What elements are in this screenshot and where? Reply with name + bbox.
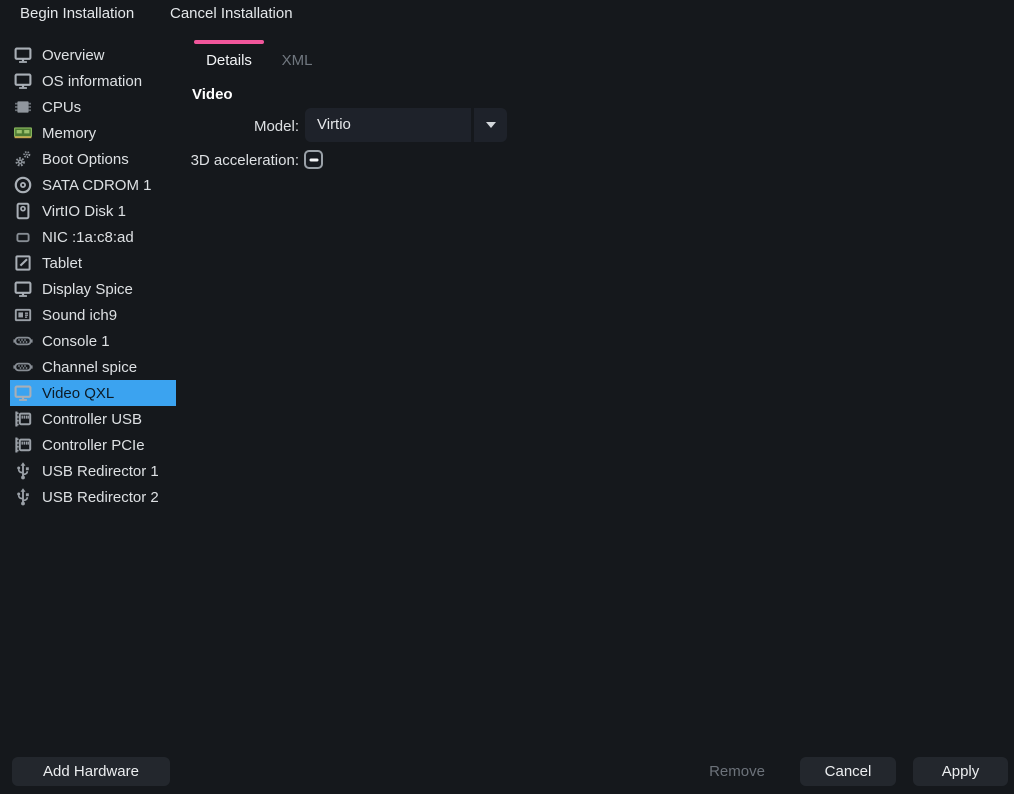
controller-icon: [12, 435, 34, 455]
tab-bar: Details XML: [194, 40, 330, 69]
memory-icon: [12, 123, 34, 143]
monitor-icon: [12, 71, 34, 91]
tab-xml[interactable]: XML: [264, 40, 330, 69]
nic-icon: [12, 227, 34, 247]
serial-icon: [12, 331, 34, 351]
tab-details[interactable]: Details: [194, 40, 264, 69]
sidebar-item-label: Sound ich9: [42, 307, 117, 324]
accel-field-label: 3D acceleration:: [150, 152, 299, 169]
disk-icon: [12, 201, 34, 221]
sidebar-item-overview[interactable]: Overview: [10, 42, 176, 68]
remove-button: Remove: [692, 757, 782, 786]
sidebar-item-label: OS information: [42, 73, 142, 90]
sidebar-item-sata-cdrom-1[interactable]: SATA CDROM 1: [10, 172, 176, 198]
video-model-dropdown-button[interactable]: [474, 108, 507, 142]
sidebar-item-label: Channel spice: [42, 359, 137, 376]
video-model-value[interactable]: Virtio: [305, 108, 471, 142]
mixed-state-dash-icon: [309, 158, 318, 161]
model-field-label: Model:: [150, 118, 299, 135]
video-model-combobox: Virtio: [305, 108, 507, 142]
sidebar-item-label: Display Spice: [42, 281, 133, 298]
sidebar-item-label: Video QXL: [42, 385, 114, 402]
sidebar-item-label: Controller PCIe: [42, 437, 145, 454]
add-hardware-button[interactable]: Add Hardware: [12, 757, 170, 786]
cpu-icon: [12, 97, 34, 117]
gears-icon: [12, 149, 34, 169]
cancel-button[interactable]: Cancel: [800, 757, 896, 786]
sidebar-item-label: Overview: [42, 47, 105, 64]
sidebar-item-controller-usb[interactable]: Controller USB: [10, 406, 176, 432]
sidebar-item-label: CPUs: [42, 99, 81, 116]
monitor-icon: [12, 45, 34, 65]
serial-icon: [12, 357, 34, 377]
tab-label: Details: [206, 52, 252, 69]
begin-installation-button[interactable]: Begin Installation: [8, 0, 146, 27]
controller-icon: [12, 409, 34, 429]
active-tab-indicator: [194, 40, 264, 44]
usb-icon: [12, 487, 34, 507]
sidebar-item-label: Tablet: [42, 255, 82, 272]
sidebar-item-controller-pcie[interactable]: Controller PCIe: [10, 432, 176, 458]
sidebar-item-label: Boot Options: [42, 151, 129, 168]
sidebar-item-console-1[interactable]: Console 1: [10, 328, 176, 354]
monitor-icon: [12, 279, 34, 299]
sidebar-item-os-information[interactable]: OS information: [10, 68, 176, 94]
sidebar-item-channel-spice[interactable]: Channel spice: [10, 354, 176, 380]
sidebar-item-virtio-disk-1[interactable]: VirtIO Disk 1: [10, 198, 176, 224]
accel-checkbox[interactable]: [304, 150, 323, 169]
sidebar-item-label: Controller USB: [42, 411, 142, 428]
monitor-icon: [12, 383, 34, 403]
virt-manager-window: Begin Installation Cancel Installation O…: [0, 0, 1014, 794]
hardware-list: Overview OS information CPUs Memory Boot Opt…: [0, 42, 184, 510]
cancel-installation-button[interactable]: Cancel Installation: [158, 0, 305, 27]
sidebar-item-nic-1a-c8-ad[interactable]: NIC :1a:c8:ad: [10, 224, 176, 250]
usb-icon: [12, 461, 34, 481]
sidebar-item-label: Memory: [42, 125, 96, 142]
chevron-down-icon: [486, 122, 496, 128]
sidebar-item-tablet[interactable]: Tablet: [10, 250, 176, 276]
apply-button[interactable]: Apply: [913, 757, 1008, 786]
sidebar-item-label: Console 1: [42, 333, 110, 350]
sidebar-item-usb-redirector-1[interactable]: USB Redirector 1: [10, 458, 176, 484]
sidebar-item-sound-ich9[interactable]: Sound ich9: [10, 302, 176, 328]
soundcard-icon: [12, 305, 34, 325]
sidebar-item-video-qxl[interactable]: Video QXL: [10, 380, 176, 406]
sidebar-item-label: VirtIO Disk 1: [42, 203, 126, 220]
sidebar-item-cpus[interactable]: CPUs: [10, 94, 176, 120]
disc-icon: [12, 175, 34, 195]
sidebar-item-display-spice[interactable]: Display Spice: [10, 276, 176, 302]
sidebar-item-usb-redirector-2[interactable]: USB Redirector 2: [10, 484, 176, 510]
sidebar-item-label: USB Redirector 2: [42, 489, 159, 506]
sidebar-item-label: NIC :1a:c8:ad: [42, 229, 134, 246]
tablet-icon: [12, 253, 34, 273]
video-section-heading: Video: [192, 86, 233, 103]
sidebar-item-label: SATA CDROM 1: [42, 177, 151, 194]
sidebar-item-label: USB Redirector 1: [42, 463, 159, 480]
tab-label: XML: [282, 52, 313, 69]
